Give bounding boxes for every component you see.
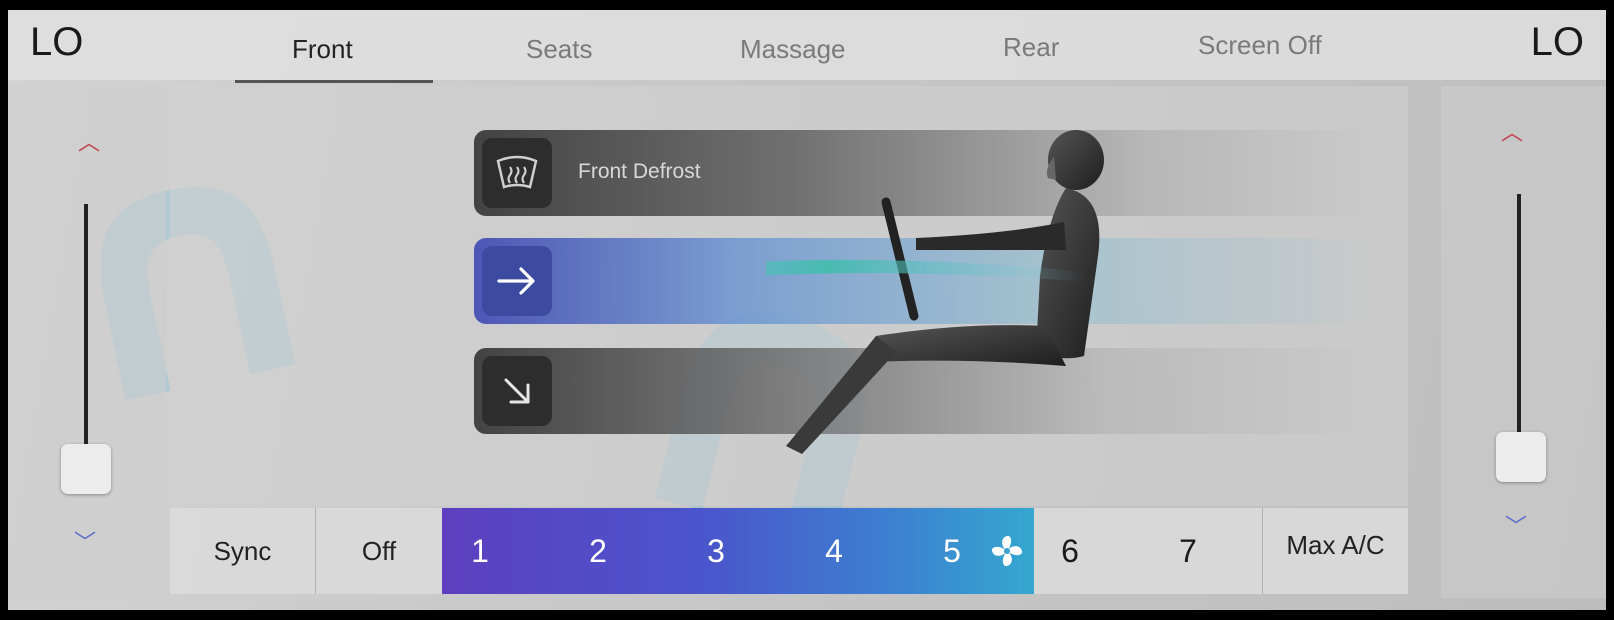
active-tab-indicator [235, 80, 433, 83]
chevron-up-icon[interactable]: ︿ [1501, 122, 1523, 144]
climate-screen: ∩ ∩ LO Front Seats Massage Rear Screen O… [8, 10, 1606, 610]
fan-icon [988, 532, 1026, 575]
left-temp-column: ︿ ﹀ [8, 86, 166, 598]
left-temperature[interactable]: LO [30, 20, 83, 65]
chevron-down-icon[interactable]: ﹀ [74, 532, 96, 554]
sync-button[interactable]: Sync [170, 508, 315, 594]
front-defrost-label: Front Defrost [578, 160, 701, 183]
windshield-defrost-icon [482, 138, 552, 208]
top-bar: LO Front Seats Massage Rear Screen Off L… [8, 10, 1606, 80]
fan-level-5[interactable]: 5 [922, 508, 982, 594]
right-temperature[interactable]: LO [1531, 20, 1584, 65]
tab-massage[interactable]: Massage [740, 34, 846, 65]
fan-level-4[interactable]: 4 [804, 508, 864, 594]
fan-level-3[interactable]: 3 [686, 508, 746, 594]
airflow-panel: Front Defrost [170, 86, 1408, 506]
fan-level-2[interactable]: 2 [568, 508, 628, 594]
fan-level-6[interactable]: 6 [1040, 508, 1100, 594]
right-temp-column: ︿ ﹀ [1441, 86, 1606, 598]
chevron-down-icon[interactable]: ﹀ [1505, 516, 1527, 538]
right-temp-slider-thumb[interactable] [1496, 432, 1546, 482]
left-temp-slider-thumb[interactable] [61, 444, 111, 494]
fan-level-1[interactable]: 1 [450, 508, 510, 594]
max-ac-button[interactable]: Max A/C [1263, 502, 1408, 588]
right-temp-slider-track[interactable] [1517, 194, 1521, 444]
arrow-right-icon [482, 246, 552, 316]
tab-front[interactable]: Front [292, 34, 353, 65]
fan-off-button[interactable]: Off [316, 508, 442, 594]
driver-silhouette-icon [766, 130, 1104, 454]
arrow-down-right-icon [482, 356, 552, 426]
tab-screen-off[interactable]: Screen Off [1198, 30, 1322, 61]
fan-control-bar: Sync Off 1 2 3 4 5 6 7 Max A/C [170, 508, 1408, 594]
fan-level-7[interactable]: 7 [1158, 508, 1218, 594]
tab-seats[interactable]: Seats [526, 34, 593, 65]
tab-rear[interactable]: Rear [1003, 32, 1059, 63]
left-temp-slider-track[interactable] [84, 204, 88, 454]
chevron-up-icon[interactable]: ︿ [78, 132, 100, 154]
